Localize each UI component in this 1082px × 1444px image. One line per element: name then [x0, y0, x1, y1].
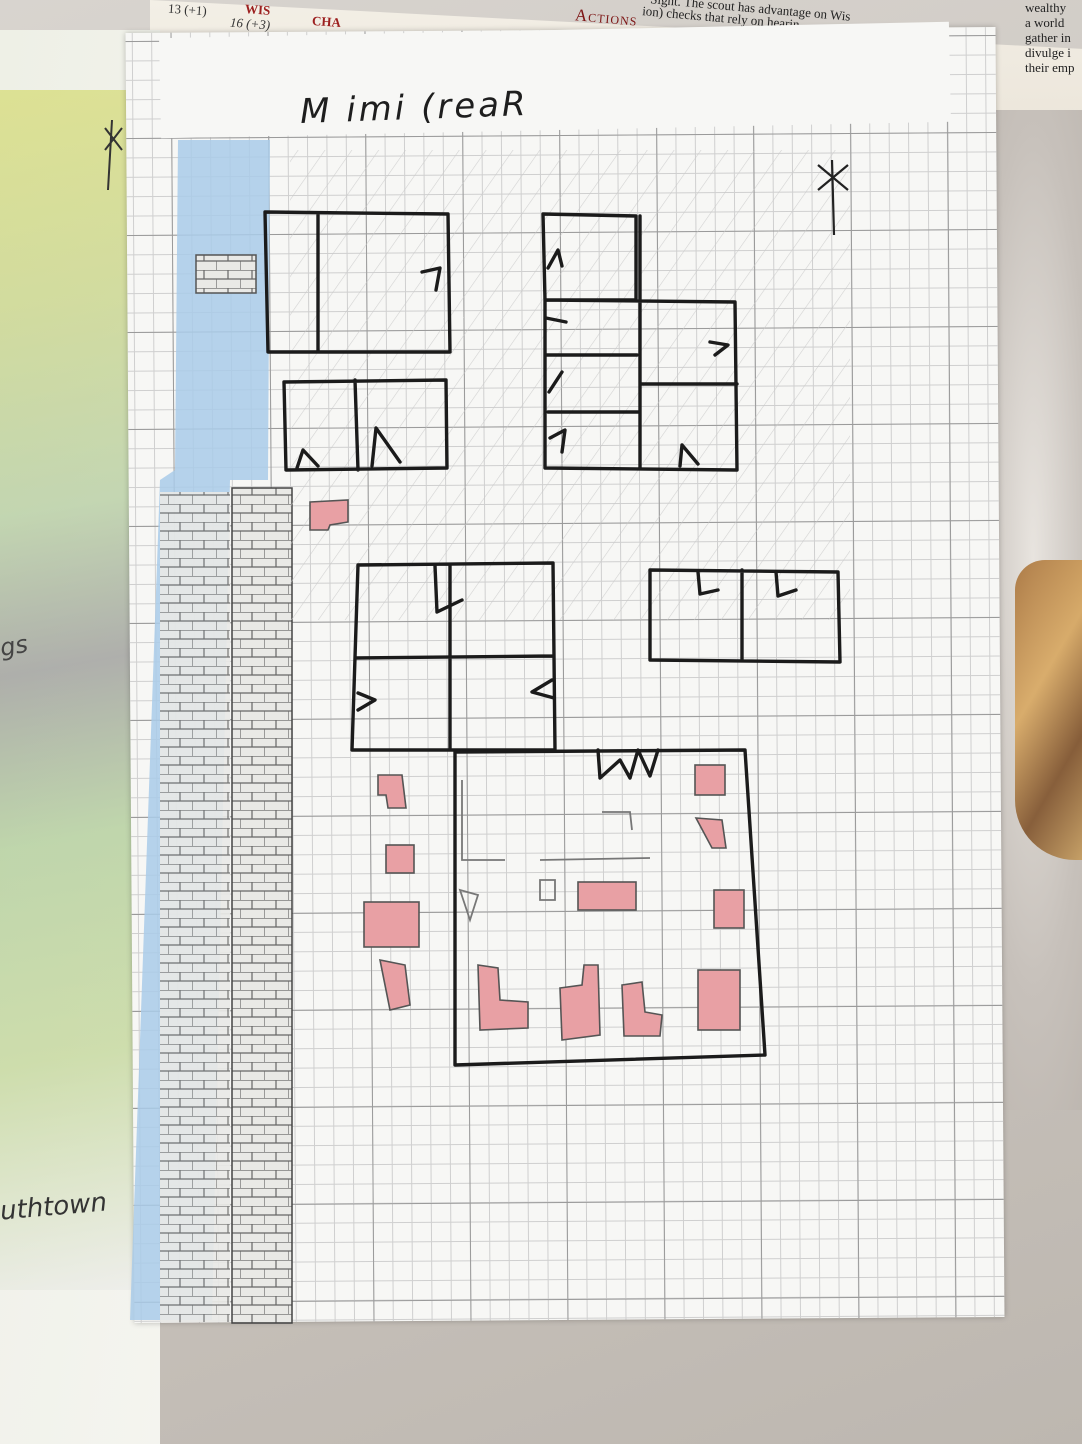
interior-table: [539, 811, 651, 861]
crate: [385, 844, 415, 874]
interior-shelf: [539, 879, 556, 901]
door-icon: [530, 678, 556, 700]
stone-quay-left: [160, 492, 230, 1322]
left-page-compass-icon: [104, 119, 123, 191]
interior-wall: [461, 780, 505, 861]
chair-icon: [713, 889, 745, 929]
table-icon: [697, 969, 741, 1031]
bench-icon: [559, 964, 601, 1041]
table-icon: [694, 764, 726, 796]
table-icon: [577, 881, 637, 911]
entrance-icon: [596, 748, 660, 780]
crate: [377, 774, 407, 809]
map-title: M imi (reaR: [299, 84, 530, 132]
dungeon-map: [104, 119, 850, 1324]
dock: [195, 254, 257, 294]
bench-icon: [477, 964, 529, 1031]
paper-header-area: [159, 21, 951, 139]
crate: [363, 901, 420, 948]
interior-stool: [458, 888, 480, 923]
door-icon: [356, 691, 377, 712]
street-hatching: [290, 150, 850, 620]
bench-icon: [621, 981, 663, 1037]
crate: [378, 958, 411, 1011]
stone-quay-right: [231, 487, 293, 1324]
chair-icon: [694, 817, 727, 849]
